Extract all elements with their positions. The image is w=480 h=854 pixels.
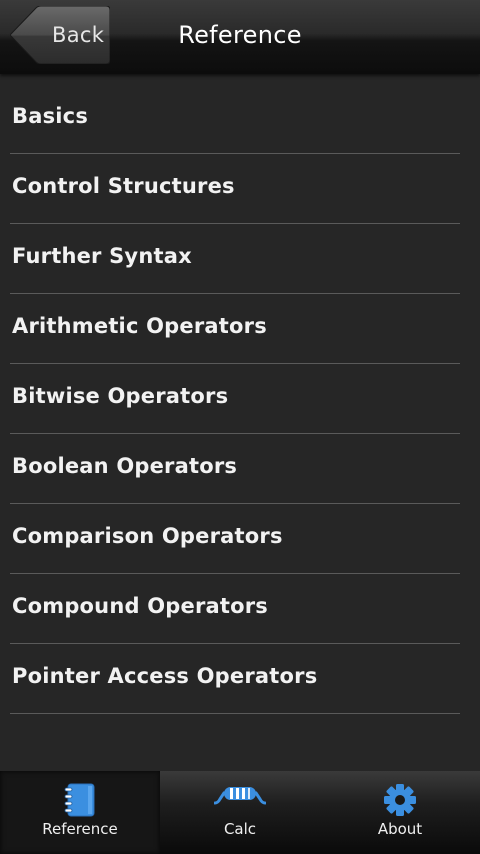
list-item-boolean-operators[interactable]: Boolean Operators [10, 434, 460, 504]
list-item-pointer-access-operators[interactable]: Pointer Access Operators [10, 644, 460, 714]
list-item-label: Further Syntax [12, 244, 192, 268]
tab-calc-label: Calc [223, 820, 257, 838]
page-title: Reference [178, 21, 302, 49]
list-item-compound-operators[interactable]: Compound Operators [10, 574, 460, 644]
reference-list: Basics Control Structures Further Syntax… [10, 84, 460, 714]
list-item-label: Comparison Operators [12, 524, 283, 548]
list-item-control-structures[interactable]: Control Structures [10, 154, 460, 224]
notebook-icon [64, 783, 95, 817]
list-item-bitwise-operators[interactable]: Bitwise Operators [10, 364, 460, 434]
list-item-label: Bitwise Operators [12, 384, 229, 408]
list-item-label: Compound Operators [12, 594, 268, 618]
reference-screen: Back Reference Basics Control Structures… [0, 0, 480, 854]
list-item-label: Arithmetic Operators [12, 314, 267, 338]
tab-reference[interactable]: Reference [0, 771, 160, 854]
list-item-label: Boolean Operators [12, 454, 238, 478]
tab-calc[interactable]: Calc [160, 771, 320, 854]
list-item-label: Basics [12, 104, 89, 128]
list-item-label: Pointer Access Operators [12, 664, 318, 688]
tab-reference-label: Reference [42, 820, 118, 838]
tab-about-label: About [377, 820, 423, 838]
resistor-icon [214, 787, 266, 805]
list-item-basics[interactable]: Basics [10, 84, 460, 154]
header-bar: Back Reference [0, 0, 480, 74]
list-item-comparison-operators[interactable]: Comparison Operators [10, 504, 460, 574]
tab-about[interactable]: About [320, 771, 480, 854]
gear-icon [384, 784, 416, 816]
list-item-label: Control Structures [12, 174, 235, 198]
bottom-nav-bar: Reference Calc About [0, 771, 480, 854]
list-item-further-syntax[interactable]: Further Syntax [10, 224, 460, 294]
list-item-arithmetic-operators[interactable]: Arithmetic Operators [10, 294, 460, 364]
